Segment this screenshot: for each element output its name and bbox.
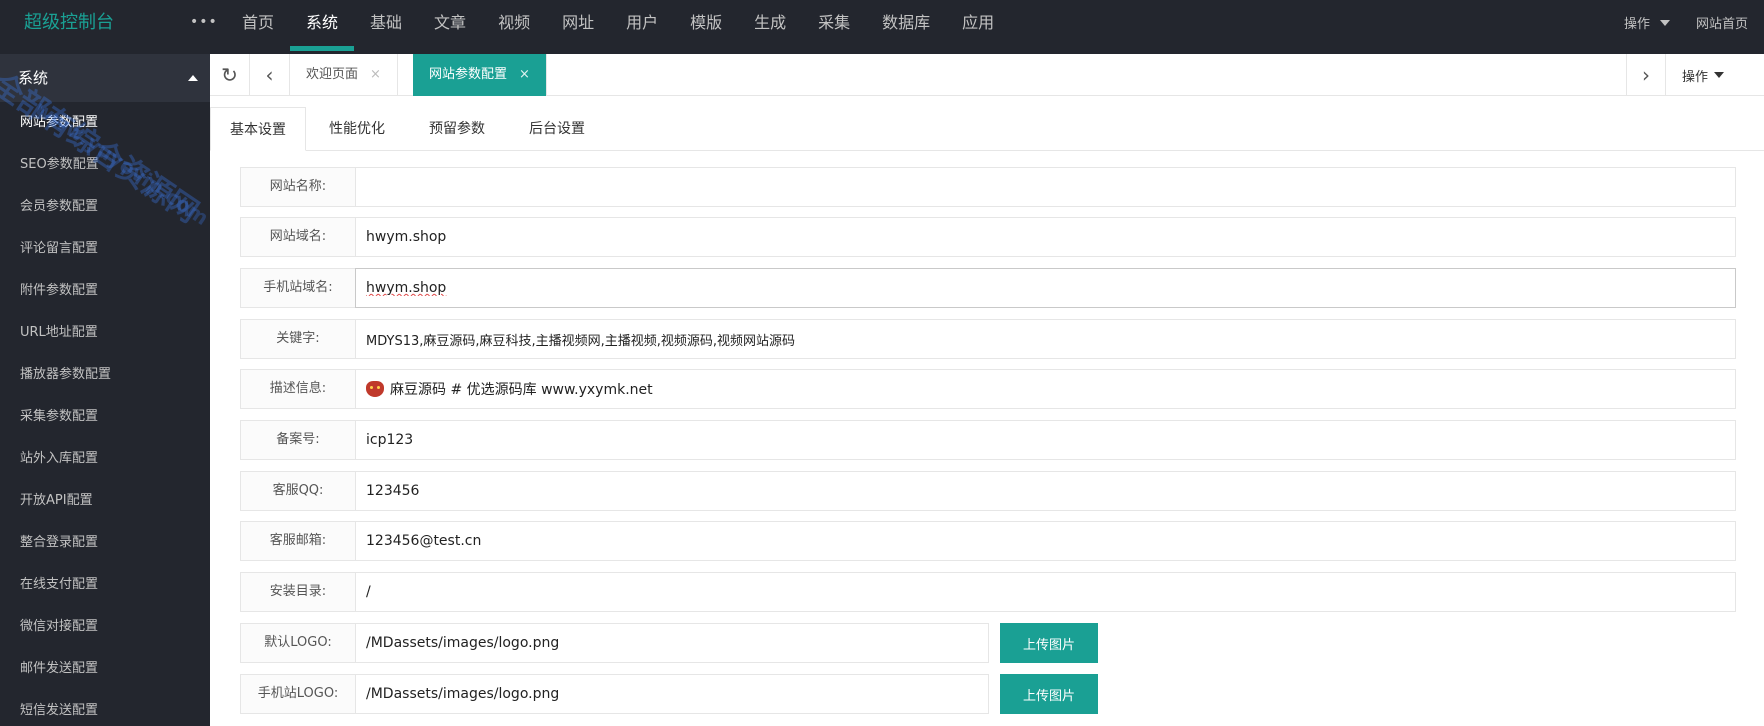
form-row-site-name: 网站名称: bbox=[240, 167, 1736, 207]
caret-down-icon bbox=[1659, 19, 1670, 26]
form-row-mobile-domain: 手机站域名: bbox=[240, 268, 1736, 308]
form-row-icp: 备案号: bbox=[240, 420, 1736, 460]
form-row-description: 描述信息: 麻豆源码 # 优选源码库 www.yxymk.net bbox=[240, 369, 1736, 409]
close-icon[interactable]: × bbox=[519, 67, 530, 82]
tab-scroll-right-icon[interactable]: › bbox=[1626, 54, 1666, 96]
mobile-domain-label: 手机站域名: bbox=[240, 268, 356, 308]
top-nav-template[interactable]: 模版 bbox=[674, 0, 738, 45]
mobile-logo-label: 手机站LOGO: bbox=[240, 674, 356, 714]
top-nav-apps[interactable]: 应用 bbox=[946, 0, 1010, 45]
console-title: 超级控制台 bbox=[24, 12, 114, 33]
install-dir-label: 安装目录: bbox=[240, 572, 356, 612]
sidebar-section-label: 系统 bbox=[18, 69, 49, 87]
description-input[interactable]: 麻豆源码 # 优选源码库 www.yxymk.net bbox=[355, 369, 1736, 409]
tab-site-config[interactable]: 网站参数配置 × bbox=[413, 54, 547, 96]
page-tab-bar: ↻ ‹ 欢迎页面 × 网站参数配置 × › 操作 bbox=[210, 54, 1764, 96]
top-operate-menu[interactable]: 操作 bbox=[1624, 13, 1670, 32]
top-nav-home[interactable]: 首页 bbox=[226, 0, 290, 45]
top-nav-collect[interactable]: 采集 bbox=[802, 0, 866, 45]
form-row-site-domain: 网站域名: bbox=[240, 217, 1736, 257]
tab-operate-menu[interactable]: 操作 bbox=[1682, 54, 1725, 96]
mobile-logo-upload-button[interactable]: 上传图片 bbox=[1000, 674, 1098, 714]
top-nav-system[interactable]: 系统 bbox=[290, 0, 355, 51]
top-nav-url[interactable]: 网址 bbox=[546, 0, 610, 45]
top-nav-video[interactable]: 视频 bbox=[482, 0, 546, 45]
tab-welcome-label: 欢迎页面 bbox=[306, 67, 359, 82]
sidebar-item-import-config[interactable]: 站外入库配置 bbox=[0, 438, 210, 480]
icp-input[interactable] bbox=[355, 420, 1736, 460]
sidebar-item-comment-config[interactable]: 评论留言配置 bbox=[0, 228, 210, 270]
tab-welcome[interactable]: 欢迎页面 × bbox=[290, 54, 398, 96]
sidebar-item-site-config[interactable]: 网站参数配置 bbox=[0, 102, 210, 144]
form-row-email: 客服邮箱: bbox=[240, 521, 1736, 561]
close-icon[interactable]: × bbox=[370, 67, 381, 82]
caret-down-icon bbox=[1714, 72, 1725, 78]
site-home-link[interactable]: 网站首页 bbox=[1696, 13, 1748, 32]
default-logo-input[interactable] bbox=[355, 623, 989, 663]
sidebar-item-seo-config[interactable]: SEO参数配置 bbox=[0, 144, 210, 186]
icp-label: 备案号: bbox=[240, 420, 356, 460]
refresh-icon[interactable]: ↻ bbox=[210, 54, 250, 96]
top-nav-database[interactable]: 数据库 bbox=[866, 0, 946, 45]
form-row-keywords: 关键字: bbox=[240, 319, 1736, 359]
default-logo-label: 默认LOGO: bbox=[240, 623, 356, 663]
tab-admin-settings[interactable]: 后台设置 bbox=[510, 107, 604, 151]
qq-input[interactable] bbox=[355, 471, 1736, 511]
description-label: 描述信息: bbox=[240, 369, 356, 409]
keywords-label: 关键字: bbox=[240, 319, 356, 359]
top-nav-basic[interactable]: 基础 bbox=[354, 0, 418, 45]
sidebar-item-email-config[interactable]: 邮件发送配置 bbox=[0, 648, 210, 690]
form-row-qq: 客服QQ: bbox=[240, 471, 1736, 511]
settings-tabs: 基本设置 性能优化 预留参数 后台设置 bbox=[210, 107, 1764, 151]
tab-scroll-left-icon[interactable]: ‹ bbox=[250, 54, 290, 96]
sidebar-item-login-config[interactable]: 整合登录配置 bbox=[0, 522, 210, 564]
top-right-actions: 操作 网站首页 bbox=[1624, 0, 1748, 45]
mobile-logo-input[interactable] bbox=[355, 674, 989, 714]
default-logo-upload-button[interactable]: 上传图片 bbox=[1000, 623, 1098, 663]
sidebar-item-wechat-config[interactable]: 微信对接配置 bbox=[0, 606, 210, 648]
sidebar-item-sms-config[interactable]: 短信发送配置 bbox=[0, 690, 210, 726]
tab-reserved-params[interactable]: 预留参数 bbox=[410, 107, 504, 151]
devil-emoji-icon bbox=[366, 381, 384, 397]
top-nav-user[interactable]: 用户 bbox=[610, 0, 674, 45]
caret-up-icon bbox=[188, 75, 198, 81]
form-row-install-dir: 安装目录: bbox=[240, 572, 1736, 612]
form-row-mobile-logo: 手机站LOGO: 上传图片 bbox=[240, 674, 1736, 714]
sidebar-item-member-config[interactable]: 会员参数配置 bbox=[0, 186, 210, 228]
sidebar-section-system[interactable]: 系统 bbox=[0, 54, 210, 102]
mobile-domain-input[interactable] bbox=[355, 268, 1736, 308]
top-operate-label: 操作 bbox=[1623, 17, 1650, 32]
form-row-default-logo: 默认LOGO: 上传图片 bbox=[240, 623, 1736, 663]
tab-site-config-label: 网站参数配置 bbox=[429, 67, 508, 82]
install-dir-input[interactable] bbox=[355, 572, 1736, 612]
site-name-label: 网站名称: bbox=[240, 167, 356, 207]
top-nav-generate[interactable]: 生成 bbox=[738, 0, 802, 45]
keywords-input[interactable] bbox=[355, 319, 1736, 359]
site-name-input[interactable] bbox=[355, 167, 1736, 207]
tab-operate-label: 操作 bbox=[1682, 69, 1709, 85]
email-label: 客服邮箱: bbox=[240, 521, 356, 561]
more-menu-button[interactable]: ••• bbox=[190, 0, 218, 45]
sidebar-item-url-config[interactable]: URL地址配置 bbox=[0, 312, 210, 354]
sidebar-item-api-config[interactable]: 开放API配置 bbox=[0, 480, 210, 522]
top-nav: 首页 系统 基础 文章 视频 网址 用户 模版 生成 采集 数据库 应用 bbox=[226, 0, 1010, 54]
email-input[interactable] bbox=[355, 521, 1736, 561]
sidebar-item-player-config[interactable]: 播放器参数配置 bbox=[0, 354, 210, 396]
top-bar: 超级控制台 ••• 首页 系统 基础 文章 视频 网址 用户 模版 生成 采集 … bbox=[0, 0, 1764, 54]
sidebar-item-collect-config[interactable]: 采集参数配置 bbox=[0, 396, 210, 438]
qq-label: 客服QQ: bbox=[240, 471, 356, 511]
sidebar-item-attachment-config[interactable]: 附件参数配置 bbox=[0, 270, 210, 312]
sidebar: 系统 网站参数配置 SEO参数配置 会员参数配置 评论留言配置 附件参数配置 U… bbox=[0, 54, 210, 726]
site-domain-input[interactable] bbox=[355, 217, 1736, 257]
site-domain-label: 网站域名: bbox=[240, 217, 356, 257]
description-text: 麻豆源码 # 优选源码库 www.yxymk.net bbox=[390, 382, 653, 398]
sidebar-item-payment-config[interactable]: 在线支付配置 bbox=[0, 564, 210, 606]
tab-performance[interactable]: 性能优化 bbox=[310, 107, 404, 151]
top-nav-article[interactable]: 文章 bbox=[418, 0, 482, 45]
tab-basic-settings[interactable]: 基本设置 bbox=[210, 107, 306, 151]
